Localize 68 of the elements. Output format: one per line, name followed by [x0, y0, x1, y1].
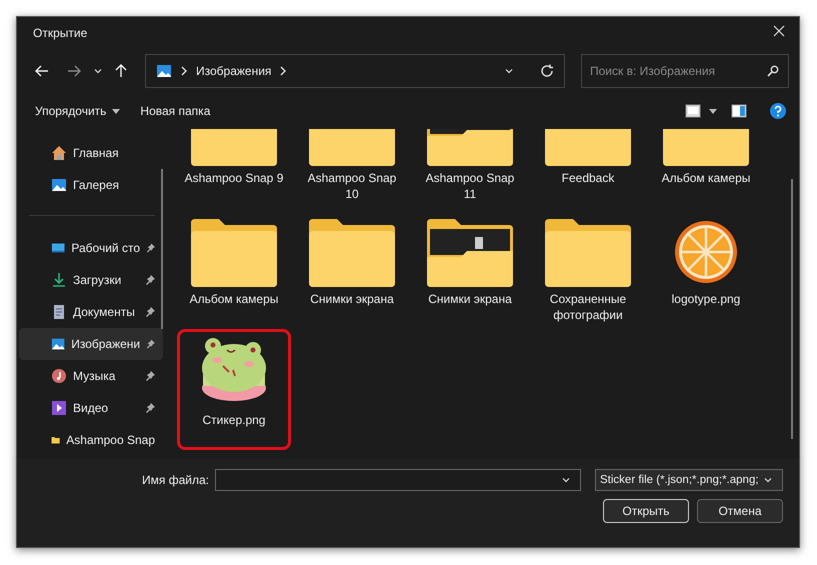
chevron-right-icon	[180, 66, 188, 76]
file-item[interactable]: Альбом камеры	[649, 129, 763, 208]
music-icon	[51, 368, 67, 384]
file-item[interactable]: Ashampoo Snap 10	[295, 129, 409, 208]
folder-icon	[309, 217, 395, 287]
sidebar-item[interactable]: Видео	[19, 392, 163, 424]
folder-icon	[545, 217, 631, 287]
file-type-dropdown[interactable]: Sticker file (*.json;*.png;*.apng;	[595, 469, 783, 491]
scrollbar[interactable]	[161, 169, 163, 329]
arrow-up-icon	[115, 64, 127, 78]
video-icon	[51, 400, 67, 416]
dropdown-icon[interactable]	[561, 475, 571, 485]
pin-icon	[145, 371, 155, 381]
file-item[interactable]: Снимки экрана	[413, 208, 527, 329]
cancel-button[interactable]: Отмена	[697, 499, 783, 523]
pin-icon	[145, 403, 155, 413]
pin-icon	[145, 307, 155, 317]
arrow-left-icon	[35, 65, 49, 77]
sidebar-item[interactable]: Изображени	[19, 328, 163, 360]
pin-icon	[145, 275, 155, 285]
file-item[interactable]: Feedback	[531, 129, 645, 208]
pin-icon	[146, 243, 155, 253]
breadcrumb[interactable]: Изображения	[196, 64, 272, 78]
search-icon	[767, 65, 779, 77]
folder-icon	[427, 217, 513, 287]
sidebar-item[interactable]: Рабочий сто	[19, 232, 163, 264]
house-icon	[51, 145, 67, 161]
picture-icon	[51, 336, 66, 352]
file-item[interactable]: Сохраненные фотографии	[531, 208, 645, 329]
organize-button[interactable]: Упорядочить	[35, 104, 120, 118]
help-icon[interactable]	[769, 102, 787, 120]
scrollbar[interactable]	[791, 179, 793, 439]
new-folder-button[interactable]: Новая папка	[140, 104, 210, 118]
file-item[interactable]: Ashampoo Snap 11	[413, 129, 527, 208]
sidebar-item[interactable]: Документы	[19, 296, 163, 328]
picture-icon	[51, 177, 67, 193]
caret-icon	[112, 108, 120, 114]
window-title: Открытие	[33, 26, 88, 40]
close-icon	[773, 25, 785, 37]
folder-icon	[191, 217, 277, 287]
file-item[interactable]: Снимки экрана	[295, 208, 409, 329]
sidebar-item[interactable]: Главная	[19, 137, 163, 169]
file-item[interactable]: Стикер.png	[177, 329, 291, 450]
recent-dropdown-icon[interactable]	[93, 66, 103, 76]
view-icon[interactable]	[685, 104, 701, 118]
download-icon	[51, 272, 67, 288]
history-dropdown-icon[interactable]	[504, 66, 514, 76]
preview-pane-icon[interactable]	[731, 104, 747, 118]
filename-field[interactable]	[215, 469, 581, 491]
sidebar-item[interactable]: Ashampoo Snap	[19, 424, 163, 456]
dropdown-icon[interactable]	[762, 475, 773, 485]
search-field[interactable]: Поиск в: Изображения	[581, 54, 789, 88]
sidebar-item[interactable]: Музыка	[19, 360, 163, 392]
file-item[interactable]: logotype.png	[649, 208, 763, 329]
chevron-right-icon	[279, 66, 288, 76]
dropdown-icon[interactable]	[709, 108, 717, 114]
file-item[interactable]: Альбом камеры	[177, 208, 291, 329]
address-bar[interactable]: Изображения	[145, 54, 565, 88]
sidebar-item[interactable]: Галерея	[19, 169, 163, 201]
document-icon	[51, 304, 67, 320]
picture-icon	[156, 63, 172, 79]
filename-label: Имя файла:	[142, 473, 209, 487]
file-item[interactable]: Ashampoo Snap 9	[177, 129, 291, 208]
arrow-right-icon	[67, 65, 81, 77]
open-button[interactable]: Открыть	[603, 499, 689, 523]
sidebar-item[interactable]: Загрузки	[19, 264, 163, 296]
pin-icon	[146, 339, 155, 349]
refresh-icon[interactable]	[540, 64, 554, 78]
